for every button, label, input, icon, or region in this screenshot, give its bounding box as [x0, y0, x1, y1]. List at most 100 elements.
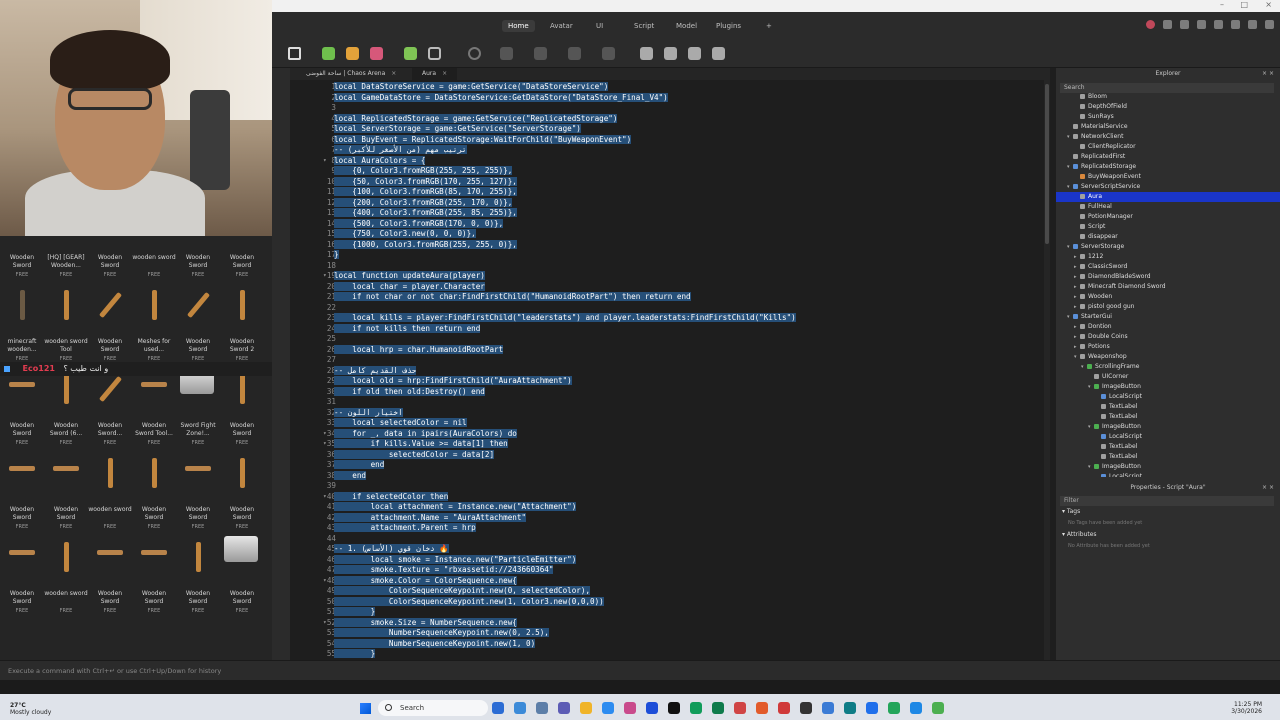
explorer-item[interactable]: ▸ Double Coins: [1056, 332, 1280, 342]
code-line[interactable]: 31: [290, 397, 1050, 408]
taskbar-app-icon[interactable]: [646, 702, 658, 714]
explorer-item[interactable]: PotionManager: [1056, 212, 1280, 222]
tab-chaos-arena[interactable]: ساحة الفوضى | Chaos Arena ×: [296, 68, 406, 80]
taskbar-search[interactable]: Search: [378, 700, 488, 716]
code-line[interactable]: 43 attachment.Parent = hrp: [290, 523, 1050, 534]
people-icon[interactable]: [1197, 20, 1206, 29]
code-line[interactable]: 1local DataStoreService = game:GetServic…: [290, 82, 1050, 93]
share-icon[interactable]: [1163, 20, 1172, 29]
taskbar-app-icon[interactable]: [932, 702, 944, 714]
part-icon[interactable]: [370, 47, 383, 60]
code-line[interactable]: 55 }: [290, 649, 1050, 660]
close-icon[interactable]: × ×: [1262, 482, 1274, 494]
toolbox-item[interactable]: Wooden Sword FREE: [220, 536, 264, 620]
explorer-item[interactable]: ▸ ClassicSword: [1056, 262, 1280, 272]
toolbox-item[interactable]: Wooden Sword FREE: [176, 284, 220, 368]
explorer-item[interactable]: Aura: [1056, 192, 1280, 202]
explorer-item[interactable]: SunRays: [1056, 112, 1280, 122]
explorer-item[interactable]: ▸ pistol good gun: [1056, 302, 1280, 312]
explorer-item[interactable]: ▸ DiamondBladeSword: [1056, 272, 1280, 282]
tab-model[interactable]: Model: [670, 20, 703, 32]
taskbar-clock[interactable]: 11:25 PM 3/30/2026: [1231, 701, 1262, 715]
code-line[interactable]: 39: [290, 481, 1050, 492]
code-line[interactable]: 17}: [290, 250, 1050, 261]
taskbar-app-icon[interactable]: [844, 702, 856, 714]
toolbox-item[interactable]: Wooden Sword FREE: [220, 236, 264, 284]
code-line[interactable]: 30 if old then old:Destroy() end: [290, 386, 1050, 398]
code-line[interactable]: 23 local kills = player:FindFirstChild("…: [290, 313, 1050, 324]
properties-filter-input[interactable]: Filter: [1060, 496, 1274, 506]
properties-toggle-icon[interactable]: [664, 47, 677, 60]
code-line[interactable]: 28 -- حذف القديم كامل: [290, 365, 1050, 377]
explorer-item[interactable]: ▸ Dontion: [1056, 322, 1280, 332]
chat-bubble-icon[interactable]: [1180, 20, 1189, 29]
toolbox-item[interactable]: Meshes for used... FREE: [132, 284, 176, 368]
taskbar-app-icon[interactable]: [734, 702, 746, 714]
explorer-item[interactable]: ▾ ServerScriptService: [1056, 182, 1280, 192]
explorer-item[interactable]: ▾ ReplicatedStorage: [1056, 162, 1280, 172]
explorer-item[interactable]: UICorner: [1056, 372, 1280, 382]
code-line[interactable]: 51 }: [290, 607, 1050, 618]
tab-plugins[interactable]: Plugins: [710, 20, 747, 32]
toolbox-item[interactable]: Wooden Sword FREE: [176, 236, 220, 284]
explorer-item[interactable]: ▾ Weaponshop: [1056, 352, 1280, 362]
explorer-item[interactable]: ▸ Potions: [1056, 342, 1280, 352]
toolbox-item[interactable]: Wooden Sword 2 FREE: [220, 284, 264, 368]
weather-widget[interactable]: 27°C Mostly cloudy: [10, 702, 51, 716]
explorer-item[interactable]: LocalScript: [1056, 392, 1280, 402]
code-line[interactable]: 27: [290, 355, 1050, 366]
toolbox-item[interactable]: Wooden Sword FREE: [88, 536, 132, 620]
terrain-icon[interactable]: [322, 47, 335, 60]
scrollbar-thumb[interactable]: [1045, 84, 1049, 244]
explorer-item[interactable]: ReplicatedFirst: [1056, 152, 1280, 162]
code-line[interactable]: 21 if not char or not char:FindFirstChil…: [290, 292, 1050, 303]
attributes-section-header[interactable]: ▾ Attributes: [1062, 531, 1097, 538]
code-line[interactable]: 50 ColorSequenceKeypoint.new(1, Color3.n…: [290, 596, 1050, 608]
code-line[interactable]: 19 ▾ local function updateAura(player): [290, 271, 1050, 282]
taskbar-app-icon[interactable]: [602, 702, 614, 714]
code-line[interactable]: 8▾ local AuraColors = {: [290, 155, 1050, 167]
explorer-item[interactable]: TextLabel: [1056, 412, 1280, 422]
taskbar-app-icon[interactable]: [536, 702, 548, 714]
anchor-icon[interactable]: [602, 47, 615, 60]
script-editor[interactable]: 1local DataStoreService = game:GetServic…: [290, 80, 1050, 660]
code-line[interactable]: 46 local smoke = Instance.new("ParticleE…: [290, 554, 1050, 566]
code-line[interactable]: 6local BuyEvent = ReplicatedStorage:Wait…: [290, 134, 1050, 146]
taskbar-app-icon[interactable]: [492, 702, 504, 714]
code-line[interactable]: 40 ▾ if selectedColor then: [290, 491, 1050, 503]
toolbox-item[interactable]: wooden sword Tool FREE: [44, 284, 88, 368]
explorer-item[interactable]: MaterialService: [1056, 122, 1280, 132]
code-line[interactable]: 26 local hrp = char.HumanoidRootPart: [290, 344, 1050, 356]
explorer-item[interactable]: ▸ Minecraft Diamond Sword: [1056, 282, 1280, 292]
taskbar-app-icon[interactable]: [558, 702, 570, 714]
taskbar-app-icon[interactable]: [624, 702, 636, 714]
toolbox-item[interactable]: Wooden Sword FREE: [88, 284, 132, 368]
code-line[interactable]: 41 local attachment = Instance.new("Atta…: [290, 502, 1050, 513]
toolbox-item[interactable]: Wooden Sword FREE: [132, 536, 176, 620]
toolbox-item[interactable]: Wooden Sword FREE: [88, 236, 132, 284]
move-tool-icon[interactable]: [346, 47, 359, 60]
output-toggle-icon[interactable]: [688, 47, 701, 60]
taskbar-app-icon[interactable]: [580, 702, 592, 714]
code-line[interactable]: 34 ▾ for _, data in ipairs(AuraColors) do: [290, 428, 1050, 440]
toolbox-item[interactable]: Wooden Sword FREE: [0, 452, 44, 536]
group-icon[interactable]: [534, 47, 547, 60]
code-line[interactable]: 29 local old = hrp:FindFirstChild("AuraA…: [290, 376, 1050, 387]
taskbar-app-icon[interactable]: [712, 702, 724, 714]
explorer-item[interactable]: Bloom: [1056, 92, 1280, 102]
explorer-item[interactable]: ClientReplicator: [1056, 142, 1280, 152]
taskbar-app-icon[interactable]: [668, 702, 680, 714]
settings-icon[interactable]: [1265, 20, 1274, 29]
code-line[interactable]: 22: [290, 303, 1050, 314]
toolbox-item[interactable]: Wooden Sword Tool... FREE: [132, 368, 176, 452]
test-icon[interactable]: [500, 47, 513, 60]
toolbox-item[interactable]: Wooden Sword FREE: [0, 536, 44, 620]
script-icon[interactable]: [404, 47, 417, 60]
toolbox-item[interactable]: Wooden Sword FREE: [176, 452, 220, 536]
explorer-item[interactable]: Script: [1056, 222, 1280, 232]
code-line[interactable]: 24 if not kills then return end: [290, 323, 1050, 335]
tab-ui[interactable]: UI: [590, 20, 609, 32]
select-tool-icon[interactable]: [288, 47, 301, 60]
code-line[interactable]: 48 ▾ smoke.Color = ColorSequence.new{: [290, 575, 1050, 587]
fold-arrow-icon[interactable]: ▾: [323, 576, 327, 587]
